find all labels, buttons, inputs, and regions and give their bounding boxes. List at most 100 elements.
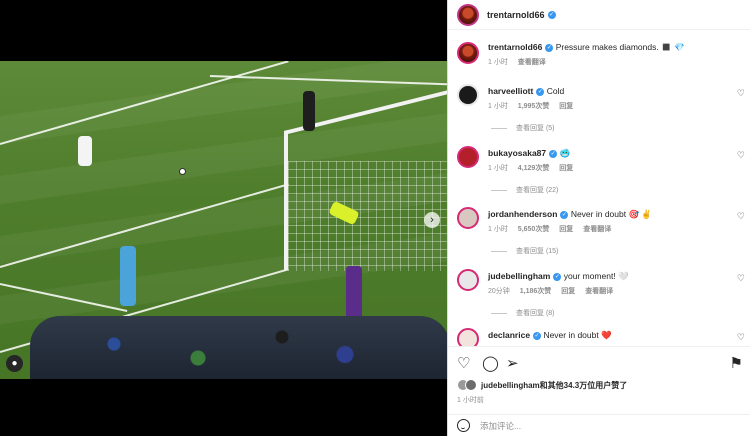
comment-icon[interactable]: ◯: [482, 356, 499, 371]
comment-body: bukayosaka87 ✓ 🥶 1 小时 4,129次赞 回复: [488, 147, 727, 173]
football: [179, 168, 186, 175]
commenter-handle[interactable]: bukayosaka87: [488, 148, 546, 158]
add-comment-bar: [448, 414, 750, 436]
comment-item: declanrice ✓ Never in doubt ❤️ ♡: [448, 327, 750, 346]
comment-meta: 20分钟 1,186次赞 回复 查看翻译: [488, 286, 727, 296]
comment-time: 1 小时: [488, 103, 508, 110]
commenter-avatar[interactable]: [457, 207, 479, 229]
comment-body: declanrice ✓ Never in doubt ❤️: [488, 329, 727, 341]
liker-handle[interactable]: judebellingham: [481, 381, 540, 390]
author-handle[interactable]: trentarnold66 ✓: [487, 10, 556, 20]
commenter-handle[interactable]: harveelliott: [488, 86, 533, 96]
comment-likes[interactable]: 5,650次赞: [518, 226, 550, 233]
liker-avatar: [465, 379, 477, 391]
commenter-handle[interactable]: judebellingham: [488, 271, 550, 281]
comments-list: trentarnold66 ✓ Pressure makes diamonds. …: [448, 31, 750, 346]
commenter-handle[interactable]: declanrice: [488, 330, 530, 340]
see-translation-link[interactable]: 查看翻译: [585, 288, 613, 295]
commenter-avatar[interactable]: [457, 84, 479, 106]
caption-meta: 1 小时 查看翻译: [488, 57, 727, 67]
likes-count[interactable]: 和其他34.3万位用户赞了: [540, 380, 628, 391]
caption-author[interactable]: trentarnold66: [488, 42, 542, 52]
comment-likes[interactable]: 1,995次赞: [518, 103, 550, 110]
reply-button[interactable]: 回复: [559, 165, 573, 172]
comment-body: jordanhenderson ✓ Never in doubt 🎯 ✌️ 1 小…: [488, 208, 727, 234]
verified-icon: ✓: [545, 43, 554, 52]
comment-likes[interactable]: 1,186次赞: [520, 288, 552, 295]
comment-text: Never in doubt 🎯 ✌️: [570, 209, 652, 219]
commenter-handle[interactable]: jordanhenderson: [488, 209, 557, 219]
comment-input[interactable]: [480, 420, 720, 431]
caption-text: Pressure makes diamonds. ◼️ 💎: [555, 42, 685, 52]
heart-icon[interactable]: ♡: [737, 150, 745, 161]
media-pane: › ●: [0, 0, 447, 436]
heart-icon[interactable]: ♡: [737, 88, 745, 99]
comment-item: bukayosaka87 ✓ 🥶 1 小时 4,129次赞 回复 ♡ 查看回复 (…: [448, 143, 750, 203]
post-timestamp: 1 小时前: [457, 397, 484, 404]
view-replies-button[interactable]: 查看回复 (8): [491, 308, 555, 318]
see-translation-link[interactable]: 查看翻译: [518, 59, 546, 66]
post-panel: trentarnold66 ✓ trentarnold66 ✓ Pressure m…: [447, 0, 750, 436]
chevron-right-icon[interactable]: ›: [424, 212, 440, 228]
reply-button[interactable]: 回复: [561, 288, 575, 295]
reply-button[interactable]: 回复: [559, 226, 573, 233]
heart-icon[interactable]: ♡: [737, 273, 745, 284]
comment-item: harveelliott ✓ Cold 1 小时 1,995次赞 回复 ♡ 查看回…: [448, 81, 750, 141]
verified-icon: ✓: [549, 149, 558, 158]
caption-time: 1 小时: [488, 59, 508, 66]
likes-summary: judebellingham 和其他34.3万位用户赞了: [457, 379, 627, 391]
comment-time: 20分钟: [488, 288, 510, 295]
comment-text: 🥶: [559, 148, 571, 158]
see-translation-link[interactable]: 查看翻译: [583, 226, 611, 233]
action-bar: ♡ ◯ ➢ ⚑: [448, 346, 750, 382]
referee: [303, 91, 315, 131]
penalty-taker: [78, 136, 92, 166]
comment-meta: 1 小时 1,995次赞 回复: [488, 101, 727, 111]
comment-text-line: harveelliott ✓ Cold: [488, 85, 727, 97]
reply-button[interactable]: 回复: [559, 103, 573, 110]
comment-time: 1 小时: [488, 226, 508, 233]
caption-row: trentarnold66 ✓ Pressure makes diamonds. …: [448, 37, 750, 75]
view-replies-button[interactable]: 查看回复 (22): [491, 185, 558, 195]
view-replies-button[interactable]: 查看回复 (5): [491, 123, 555, 133]
comment-time: 1 小时: [488, 165, 508, 172]
comment-meta: 1 小时 4,129次赞 回复: [488, 163, 727, 173]
share-icon[interactable]: ➢: [506, 356, 519, 371]
comment-text: Cold: [546, 86, 565, 96]
comment-body: judebellingham ✓ your moment! 🤍 20分钟 1,18…: [488, 270, 727, 296]
comment-likes[interactable]: 4,129次赞: [518, 165, 550, 172]
comment-text: your moment! 🤍: [563, 271, 629, 281]
comment-body: harveelliott ✓ Cold 1 小时 1,995次赞 回复: [488, 85, 727, 111]
view-replies-button[interactable]: 查看回复 (15): [491, 246, 558, 256]
author-handle-text[interactable]: trentarnold66: [487, 10, 545, 20]
commenter-avatar[interactable]: [457, 146, 479, 168]
photographers-crowd: [30, 316, 447, 379]
comment-text-line: judebellingham ✓ your moment! 🤍: [488, 270, 727, 282]
verified-icon: ✓: [553, 272, 562, 281]
comment-text: Never in doubt ❤️: [543, 330, 612, 340]
comment-text-line: declanrice ✓ Never in doubt ❤️: [488, 329, 727, 341]
author-avatar[interactable]: [457, 3, 479, 26]
bookmark-icon[interactable]: ⚑: [730, 356, 743, 371]
comment-item: judebellingham ✓ your moment! 🤍 20分钟 1,18…: [448, 266, 750, 326]
caption-author-avatar[interactable]: [457, 42, 479, 64]
comment-meta: 1 小时 5,650次赞 回复 查看翻译: [488, 224, 727, 234]
post-photo: ›: [0, 61, 447, 379]
heart-icon[interactable]: ♡: [737, 332, 745, 343]
heart-icon[interactable]: ♡: [737, 211, 745, 222]
post-header: trentarnold66 ✓: [448, 0, 750, 30]
heart-icon[interactable]: ♡: [457, 356, 470, 371]
verified-icon: ✓: [533, 331, 542, 340]
verified-icon: ✓: [536, 87, 545, 96]
emoji-icon[interactable]: [457, 419, 470, 432]
caption-body: trentarnold66 ✓ Pressure makes diamonds. …: [488, 41, 727, 67]
comment-text-line: jordanhenderson ✓ Never in doubt 🎯 ✌️: [488, 208, 727, 220]
assistant-referee: [120, 246, 136, 306]
user-tag-icon[interactable]: ●: [6, 355, 23, 372]
caption-text-line: trentarnold66 ✓ Pressure makes diamonds. …: [488, 41, 727, 53]
commenter-avatar[interactable]: [457, 269, 479, 291]
verified-icon: ✓: [560, 210, 569, 219]
comment-text-line: bukayosaka87 ✓ 🥶: [488, 147, 727, 159]
verified-icon: ✓: [547, 11, 556, 20]
commenter-avatar[interactable]: [457, 328, 479, 346]
